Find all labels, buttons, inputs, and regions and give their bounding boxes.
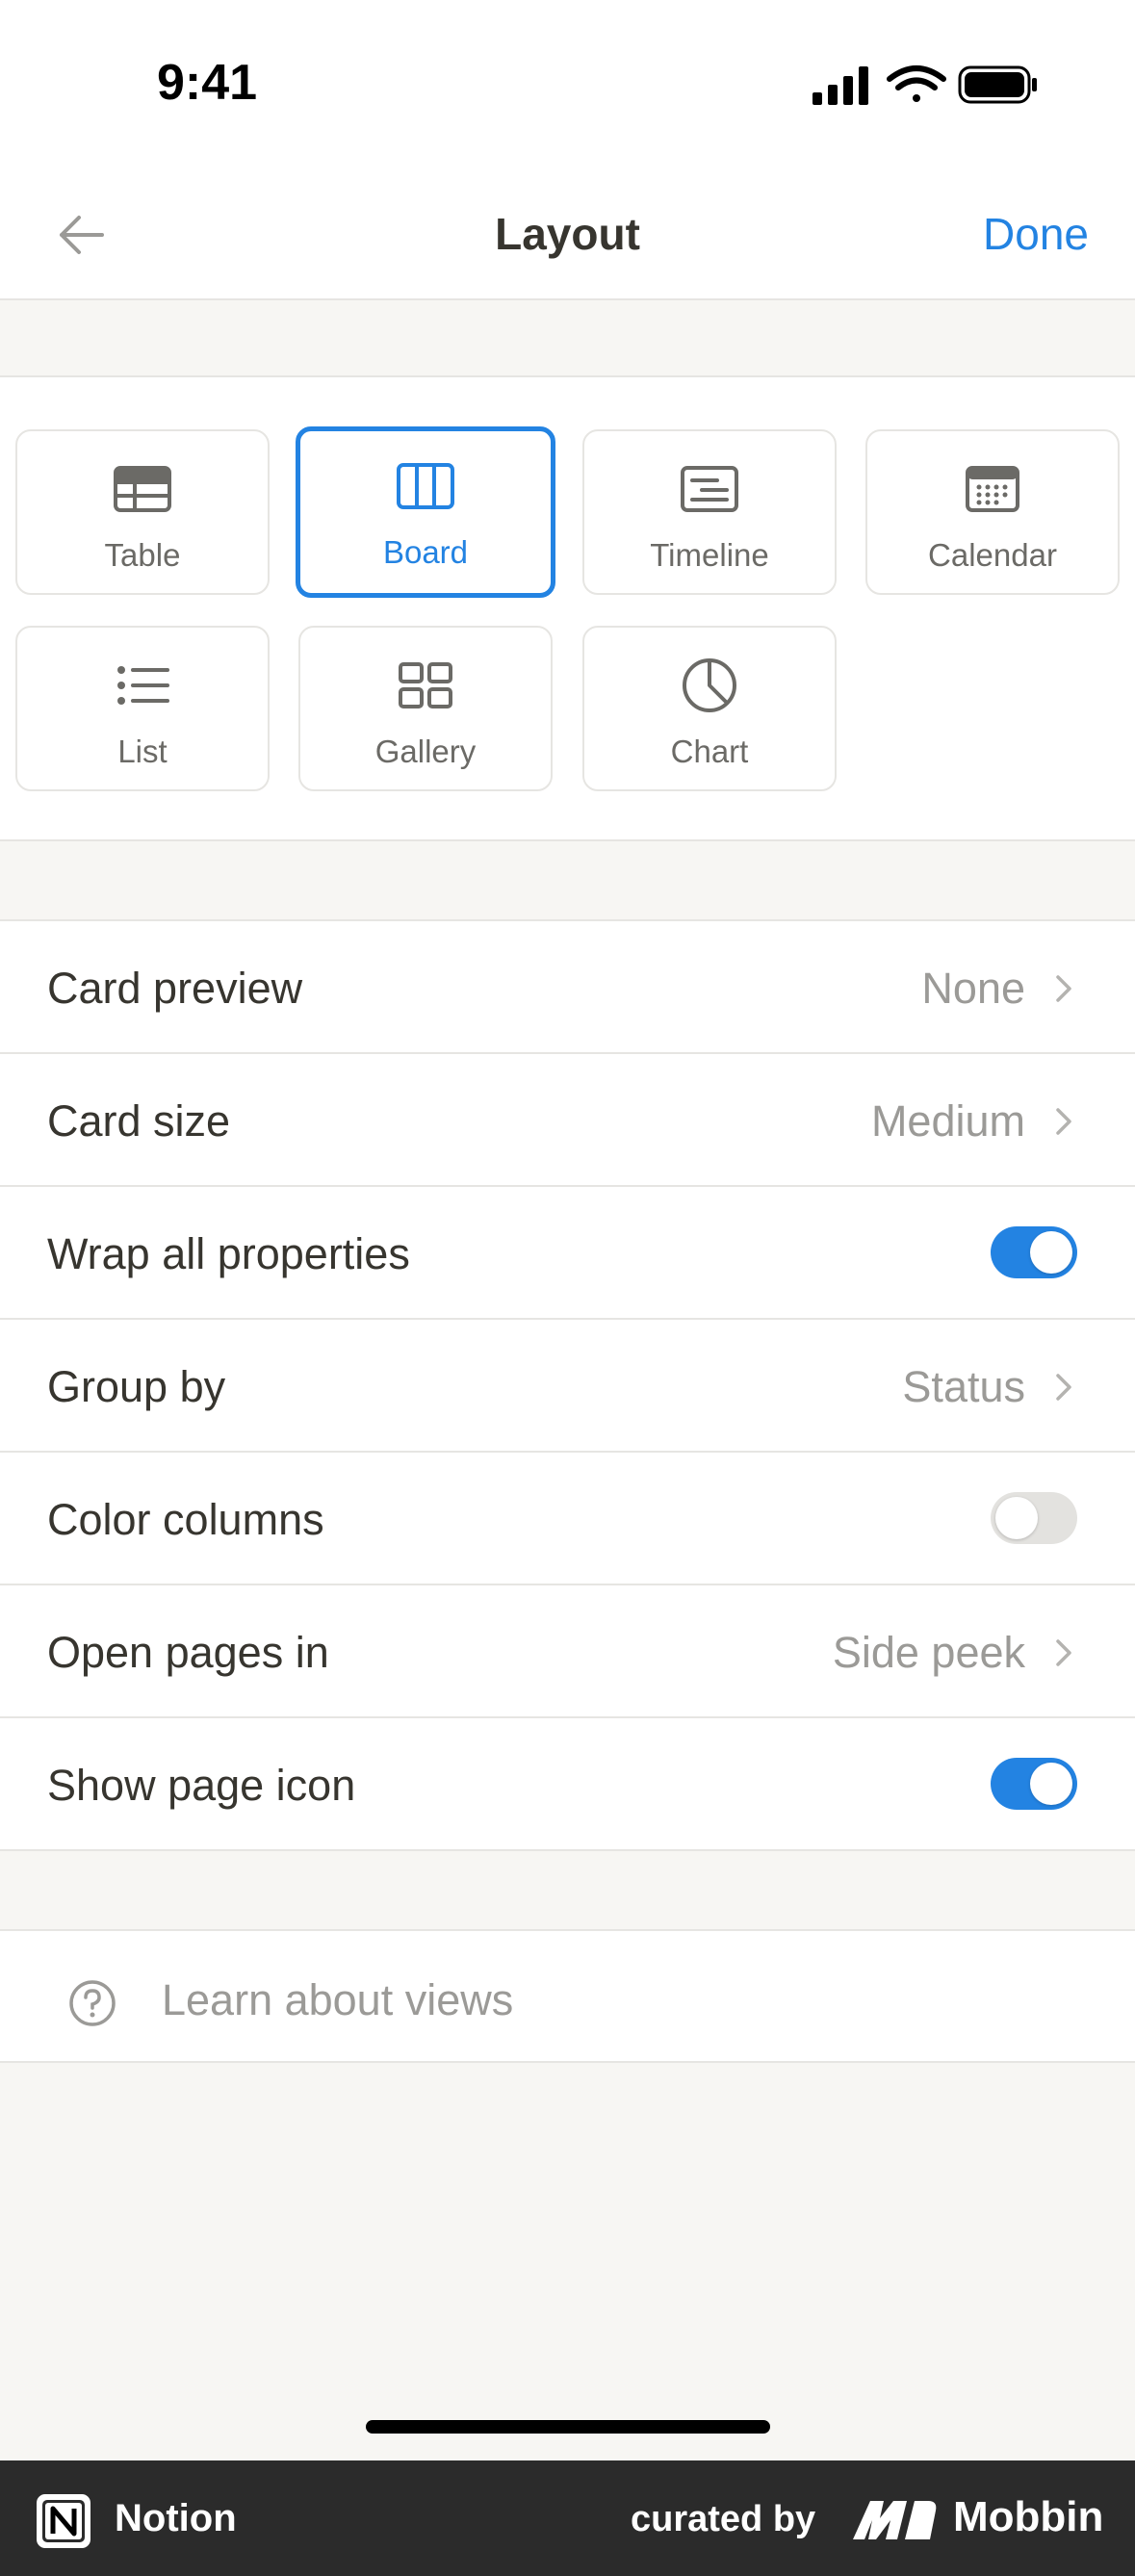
layout-option-calendar[interactable]: Calendar bbox=[865, 429, 1120, 595]
chevron-right-icon bbox=[1056, 1374, 1071, 1401]
help-circle-icon bbox=[69, 1980, 116, 2026]
nav-bar: Layout Done bbox=[0, 169, 1135, 300]
chevron-right-icon bbox=[1056, 1639, 1071, 1666]
layout-option-label: List bbox=[117, 734, 168, 769]
setting-label: Card size bbox=[47, 1096, 231, 1146]
setting-value: Status bbox=[902, 1362, 1025, 1411]
board-icon bbox=[397, 463, 454, 509]
layout-option-label: Board bbox=[382, 534, 469, 570]
timeline-icon bbox=[681, 466, 738, 512]
layout-options: Table Board Timeline Calendar List Galle… bbox=[0, 375, 1135, 841]
setting-color-columns: Color columns bbox=[0, 1453, 1135, 1585]
layout-option-gallery[interactable]: Gallery bbox=[298, 626, 553, 791]
list-icon bbox=[117, 666, 169, 705]
layout-option-list[interactable]: List bbox=[15, 626, 270, 791]
setting-wrap-all-properties: Wrap all properties bbox=[0, 1187, 1135, 1320]
footer-banner: Notion curated by Mobbin bbox=[0, 2460, 1135, 2576]
layout-option-label: Timeline bbox=[650, 537, 769, 573]
page-title: Layout bbox=[495, 209, 640, 259]
notion-logo-icon bbox=[37, 2494, 90, 2548]
wifi-icon bbox=[887, 65, 946, 102]
setting-value: Medium bbox=[870, 1096, 1025, 1146]
toggle-knob bbox=[1030, 1763, 1072, 1805]
layout-option-chart[interactable]: Chart bbox=[582, 626, 837, 791]
footer-curated: curated by bbox=[631, 2499, 816, 2539]
setting-label: Card preview bbox=[47, 964, 303, 1013]
learn-about-views-link[interactable]: Learn about views bbox=[0, 1929, 1135, 2063]
color-columns-toggle[interactable] bbox=[991, 1492, 1077, 1544]
gallery-icon bbox=[399, 662, 452, 708]
footer-mobbin: Mobbin bbox=[953, 2493, 1104, 2540]
battery-icon bbox=[958, 65, 1037, 104]
setting-show-page-icon: Show page icon bbox=[0, 1718, 1135, 1851]
setting-label: Wrap all properties bbox=[47, 1229, 410, 1278]
toggle-knob bbox=[995, 1497, 1038, 1539]
layout-option-label: Table bbox=[104, 537, 181, 573]
setting-card-size[interactable]: Card size Medium bbox=[0, 1054, 1135, 1187]
footer-brand: Notion bbox=[115, 2497, 237, 2539]
chevron-right-icon bbox=[1056, 1108, 1071, 1135]
mobbin-logo-icon bbox=[853, 2501, 937, 2539]
toggle-knob bbox=[1030, 1231, 1072, 1274]
layout-option-label: Gallery bbox=[374, 734, 477, 769]
setting-label: Group by bbox=[47, 1362, 226, 1411]
learn-label: Learn about views bbox=[162, 1975, 514, 2024]
table-icon bbox=[114, 466, 171, 512]
wrap-properties-toggle[interactable] bbox=[991, 1226, 1077, 1278]
layout-option-label: Calendar bbox=[928, 537, 1057, 573]
settings-list: Card preview None Card size Medium Wrap … bbox=[0, 919, 1135, 1851]
status-icons bbox=[813, 65, 1037, 105]
setting-group-by[interactable]: Group by Status bbox=[0, 1320, 1135, 1453]
done-button[interactable]: Done bbox=[983, 208, 1089, 260]
status-time: 9:41 bbox=[157, 55, 258, 111]
setting-value: Side peek bbox=[832, 1628, 1025, 1677]
show-page-icon-toggle[interactable] bbox=[991, 1758, 1077, 1810]
setting-card-preview[interactable]: Card preview None bbox=[0, 921, 1135, 1054]
layout-option-label: Chart bbox=[670, 734, 749, 769]
setting-label: Open pages in bbox=[47, 1628, 329, 1677]
layout-option-timeline[interactable]: Timeline bbox=[582, 429, 837, 595]
setting-value: None bbox=[921, 964, 1025, 1013]
signal-icon bbox=[813, 66, 868, 105]
calendar-icon bbox=[966, 466, 1019, 512]
setting-label: Color columns bbox=[47, 1495, 324, 1544]
home-indicator bbox=[366, 2420, 770, 2434]
layout-option-table[interactable]: Table bbox=[15, 429, 270, 595]
chart-icon bbox=[683, 658, 736, 712]
layout-option-board[interactable]: Board bbox=[296, 426, 555, 598]
status-bar: 9:41 bbox=[0, 0, 1135, 169]
setting-open-pages-in[interactable]: Open pages in Side peek bbox=[0, 1585, 1135, 1718]
chevron-right-icon bbox=[1056, 975, 1071, 1002]
setting-label: Show page icon bbox=[47, 1761, 356, 1810]
